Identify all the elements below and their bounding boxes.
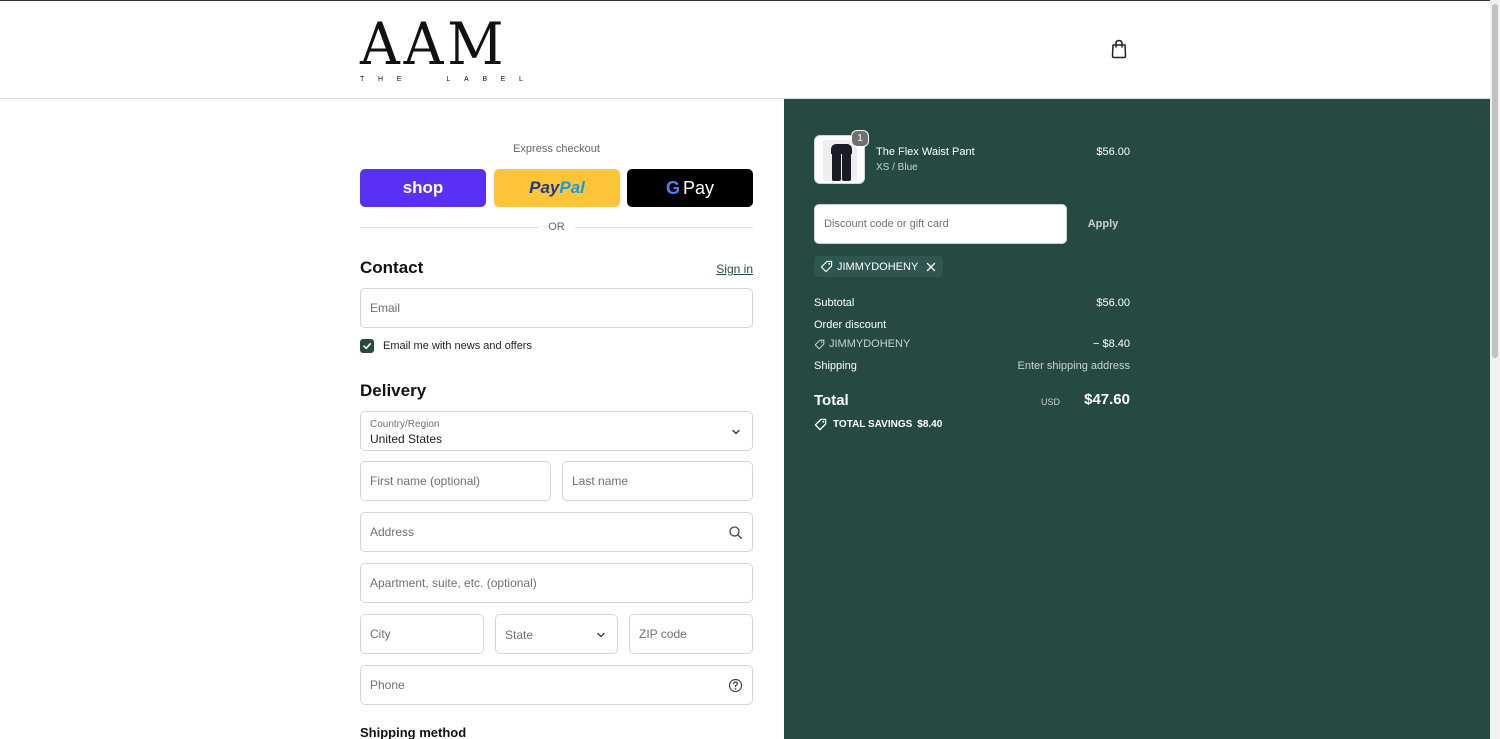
zip-field[interactable]	[629, 614, 753, 654]
apartment-input[interactable]	[361, 564, 752, 602]
checkout-form: Express checkout shop Pay Pal G Pay OR Con…	[0, 99, 784, 739]
first-name-input[interactable]	[361, 462, 550, 500]
shipping-label: Shipping	[814, 360, 857, 372]
check-icon	[363, 343, 371, 350]
scrollbar[interactable]	[1490, 0, 1500, 739]
total-label: Total	[814, 392, 849, 409]
delivery-title: Delivery	[360, 381, 427, 400]
paypal-button[interactable]: Pay Pal	[494, 169, 620, 207]
express-checkout-label: Express checkout	[513, 143, 600, 155]
subtotal-value: $56.00	[1096, 297, 1130, 309]
city-input[interactable]	[361, 615, 483, 653]
quantity-badge: 1	[851, 130, 869, 147]
total-row: Total USD $47.60	[814, 390, 1130, 412]
logo-wordmark: AAM	[360, 10, 508, 78]
zip-input[interactable]	[630, 615, 752, 653]
contact-title: Contact	[360, 258, 424, 277]
country-label: Country/Region	[370, 419, 440, 430]
discount-code-row: JIMMYDOHENY − $8.40	[814, 338, 1130, 354]
email-field[interactable]	[360, 288, 753, 328]
tag-icon	[820, 260, 833, 273]
shipping-method-title: Shipping method	[360, 725, 467, 739]
product-variant: XS / Blue	[876, 162, 918, 173]
apply-button[interactable]: Apply	[1076, 204, 1130, 244]
applied-discount-chip: JIMMYDOHENY	[814, 256, 944, 277]
site-header: AAM THE LABEL	[0, 1, 1490, 99]
country-select[interactable]: Country/Region United States	[360, 411, 753, 451]
newsletter-checkbox[interactable]	[360, 339, 374, 353]
chevron-down-icon	[732, 429, 740, 435]
total-value: $47.60	[1084, 391, 1130, 408]
shopping-bag-icon[interactable]	[1110, 39, 1130, 61]
order-discount-row: Order discount	[814, 319, 1130, 335]
savings-label: TOTAL SAVINGS	[833, 418, 913, 430]
tag-icon	[814, 339, 825, 349]
country-value: United States	[370, 432, 443, 446]
state-placeholder: State	[505, 628, 534, 642]
or-divider: OR	[360, 219, 753, 235]
brand-logo[interactable]: AAM THE LABEL	[360, 15, 530, 85]
total-currency: USD	[1040, 397, 1060, 407]
phone-input[interactable]	[361, 666, 752, 704]
subtotal-row: Subtotal $56.00	[814, 297, 1130, 313]
total-savings: TOTAL SAVINGS $8.40	[814, 416, 942, 432]
chevron-down-icon	[597, 632, 605, 638]
help-icon[interactable]	[728, 678, 743, 693]
product-image	[823, 140, 857, 181]
close-icon[interactable]	[925, 261, 937, 273]
product-name: The Flex Waist Pant	[876, 146, 975, 158]
shipping-value: Enter shipping address	[1017, 360, 1130, 372]
search-icon	[729, 526, 743, 540]
last-name-field[interactable]	[562, 461, 753, 501]
last-name-input[interactable]	[563, 462, 752, 500]
city-field[interactable]	[360, 614, 484, 654]
tag-icon	[814, 418, 827, 430]
discount-field[interactable]	[814, 204, 1067, 244]
newsletter-option[interactable]: Email me with news and offers	[360, 338, 532, 354]
state-select[interactable]: State	[495, 614, 618, 654]
first-name-field[interactable]	[360, 461, 551, 501]
address-input[interactable]	[361, 513, 752, 551]
subtotal-label: Subtotal	[814, 297, 855, 309]
discount-value: − $8.40	[1092, 338, 1130, 350]
product-price: $56.00	[1096, 146, 1130, 158]
shop-pay-button[interactable]: shop	[360, 169, 486, 207]
address-field[interactable]	[360, 512, 753, 552]
savings-value: $8.40	[917, 418, 943, 430]
shipping-row: Shipping Enter shipping address	[814, 360, 1130, 376]
applied-discount-code: JIMMYDOHENY	[837, 260, 919, 273]
google-pay-button[interactable]: G Pay	[627, 169, 753, 207]
discount-input[interactable]	[815, 205, 1066, 243]
phone-field[interactable]	[360, 665, 753, 705]
newsletter-label: Email me with news and offers	[383, 340, 532, 352]
email-input[interactable]	[361, 289, 752, 327]
discount-code-label: JIMMYDOHENY	[829, 338, 911, 350]
scrollbar-thumb[interactable]	[1492, 4, 1498, 358]
order-discount-label: Order discount	[814, 319, 887, 331]
apartment-field[interactable]	[360, 563, 753, 603]
sign-in-link[interactable]: Sign in	[700, 262, 753, 276]
order-summary: 1 The Flex Waist Pant XS / Blue $56.00 A…	[784, 99, 1490, 739]
